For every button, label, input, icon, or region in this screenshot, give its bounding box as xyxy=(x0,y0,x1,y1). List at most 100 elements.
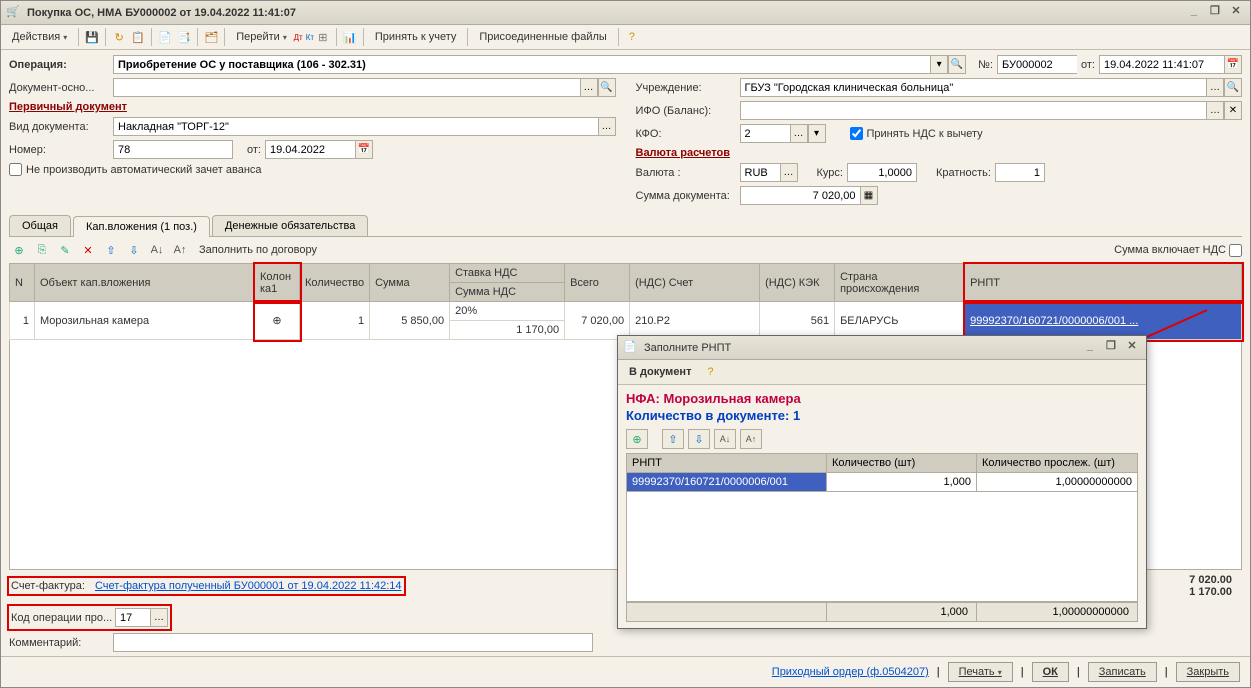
operation-search-icon[interactable]: 🔍 xyxy=(948,55,966,74)
col-vatrate[interactable]: Ставка НДС xyxy=(450,264,565,283)
currency-field[interactable] xyxy=(740,163,780,182)
popup-maximize[interactable]: ❐ xyxy=(1102,339,1120,355)
col-object[interactable]: Объект кап.вложения xyxy=(35,264,255,302)
col-vatkek[interactable]: (НДС) КЭК xyxy=(760,264,835,302)
col-total[interactable]: Всего xyxy=(565,264,630,302)
search-icon[interactable]: 🔍 xyxy=(1224,78,1242,97)
cell-total[interactable]: 7 020,00 xyxy=(565,302,630,340)
cell-country[interactable]: БЕЛАРУСЬ xyxy=(835,302,965,340)
ellipsis-icon[interactable]: … xyxy=(790,124,808,143)
cell-vatsum[interactable]: 1 170,00 xyxy=(450,321,565,340)
help-icon[interactable]: ? xyxy=(702,364,718,380)
operation-dropdown[interactable]: ▾ xyxy=(930,55,948,74)
popup-add-icon[interactable]: ⊕ xyxy=(626,429,648,449)
no-auto-checkbox[interactable] xyxy=(9,163,22,176)
maximize-button[interactable]: ❐ xyxy=(1206,4,1224,20)
col-vatacc[interactable]: (НДС) Счет xyxy=(630,264,760,302)
save-button[interactable]: Записать xyxy=(1088,662,1157,682)
operation-select[interactable] xyxy=(113,55,930,74)
popup-minimize[interactable]: _ xyxy=(1081,340,1099,356)
col-col1[interactable]: Колон ка1 xyxy=(255,264,300,302)
tool-icon-1[interactable]: 📄 xyxy=(157,29,173,45)
pcol-rnpt[interactable]: РНПТ xyxy=(627,454,827,473)
doc-basis-field[interactable] xyxy=(113,78,580,97)
tab-general[interactable]: Общая xyxy=(9,215,71,236)
doctype-field[interactable] xyxy=(113,117,598,136)
number-field[interactable] xyxy=(997,55,1077,74)
cell-qty[interactable]: 1 xyxy=(300,302,370,340)
popup-close[interactable]: ✕ xyxy=(1123,339,1141,355)
popup-sort-desc-icon[interactable]: A↑ xyxy=(740,429,762,449)
move-up-icon[interactable]: ⇧ xyxy=(101,240,121,260)
search-icon[interactable]: 🔍 xyxy=(598,78,616,97)
cell-obj[interactable]: Морозильная камера xyxy=(35,302,255,340)
popup-down-icon[interactable]: ⇩ xyxy=(688,429,710,449)
date-field[interactable] xyxy=(1099,55,1224,74)
cell-vatrate[interactable]: 20% xyxy=(450,302,565,321)
invoice-link[interactable]: Счет-фактура полученный БУ000001 от 19.0… xyxy=(95,580,402,592)
pcol-qty[interactable]: Количество (шт) xyxy=(827,454,977,473)
col-sum[interactable]: Сумма xyxy=(370,264,450,302)
vat-included-checkbox[interactable] xyxy=(1229,244,1242,257)
copy-icon[interactable]: 📋 xyxy=(130,29,146,45)
delete-row-icon[interactable]: ✕ xyxy=(78,240,98,260)
popup-sort-asc-icon[interactable]: A↓ xyxy=(714,429,736,449)
edit-row-icon[interactable]: ✎ xyxy=(55,240,75,260)
pcell-qtytrack[interactable]: 1,00000000000 xyxy=(977,473,1138,492)
col-vatsum[interactable]: Сумма НДС xyxy=(450,283,565,302)
chevron-down-icon[interactable]: ▾ xyxy=(808,124,826,143)
col-qty[interactable]: Количество xyxy=(300,264,370,302)
pcol-qtytrack[interactable]: Количество прослеж. (шт) xyxy=(977,454,1138,473)
move-down-icon[interactable]: ⇩ xyxy=(124,240,144,260)
calc-icon[interactable]: ▦ xyxy=(860,186,878,205)
tab-obligations[interactable]: Денежные обязательства xyxy=(212,215,368,236)
ellipsis-icon[interactable]: … xyxy=(580,78,598,97)
kfo-field[interactable] xyxy=(740,124,790,143)
pcell-rnpt[interactable]: 99992370/160721/0000006/001 xyxy=(627,473,827,492)
institution-field[interactable] xyxy=(740,78,1207,97)
fill-by-contract[interactable]: Заполнить по договору xyxy=(193,241,323,259)
accept-button[interactable]: Принять к учету xyxy=(369,28,463,46)
sort-asc-icon[interactable]: A↓ xyxy=(147,240,167,260)
attached-files-button[interactable]: Присоединенные файлы xyxy=(473,28,612,46)
ellipsis-icon[interactable]: … xyxy=(1206,101,1224,120)
ellipsis-icon[interactable]: … xyxy=(598,117,616,136)
tree-icon[interactable]: ⊞ xyxy=(315,29,331,45)
tool-icon-2[interactable]: 📑 xyxy=(176,29,192,45)
calendar-icon[interactable]: 📅 xyxy=(1224,55,1242,74)
cell-rnpt[interactable]: 99992370/160721/0000006/001 ... xyxy=(965,302,1242,340)
tab-capital[interactable]: Кап.вложения (1 поз.) xyxy=(73,216,210,237)
dtkt-icon[interactable]: ДтКт xyxy=(296,29,312,45)
actions-menu[interactable]: Действия ▾ xyxy=(6,28,73,46)
cell-sum[interactable]: 5 850,00 xyxy=(370,302,450,340)
docdate-field[interactable] xyxy=(265,140,355,159)
pcell-qty[interactable]: 1,000 xyxy=(827,473,977,492)
refresh-icon[interactable]: ↻ xyxy=(111,29,127,45)
ifo-field[interactable] xyxy=(740,101,1207,120)
add-row-icon[interactable]: ⊕ xyxy=(9,240,29,260)
sort-desc-icon[interactable]: A↑ xyxy=(170,240,190,260)
col-n[interactable]: N xyxy=(10,264,35,302)
popup-up-icon[interactable]: ⇧ xyxy=(662,429,684,449)
tool-icon-3[interactable]: 🗂 xyxy=(203,29,219,45)
mult-field[interactable] xyxy=(995,163,1045,182)
ellipsis-icon[interactable]: … xyxy=(780,163,798,182)
ok-button[interactable]: ОК xyxy=(1032,662,1069,682)
docnum-field[interactable] xyxy=(113,140,233,159)
ellipsis-icon[interactable]: … xyxy=(150,608,168,627)
clear-icon[interactable]: ✕ xyxy=(1224,101,1242,120)
cell-n[interactable]: 1 xyxy=(10,302,35,340)
minimize-button[interactable]: _ xyxy=(1185,5,1203,21)
copy-row-icon[interactable]: ⎘ xyxy=(32,240,52,260)
help-icon[interactable]: ? xyxy=(624,29,640,45)
cell-col1[interactable]: ⊕ xyxy=(255,302,300,340)
rate-field[interactable] xyxy=(847,163,917,182)
calendar-icon[interactable]: 📅 xyxy=(355,140,373,159)
cell-vatacc[interactable]: 210.Р2 xyxy=(630,302,760,340)
goto-menu[interactable]: Перейти ▾ xyxy=(230,28,293,46)
report-icon[interactable]: 📊 xyxy=(342,29,358,45)
opcode-field[interactable] xyxy=(115,608,150,627)
save-icon[interactable]: 💾 xyxy=(84,29,100,45)
ellipsis-icon[interactable]: … xyxy=(1206,78,1224,97)
comment-field[interactable] xyxy=(113,633,593,652)
